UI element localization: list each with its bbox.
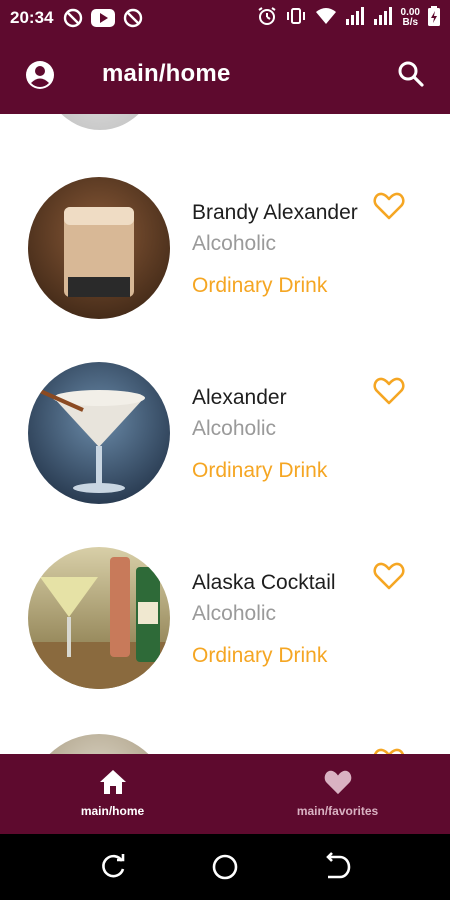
youtube-icon [91, 9, 116, 27]
net-speed-unit: B/s [402, 17, 419, 28]
signal-icon [345, 6, 365, 30]
drink-type: Ordinary Drink [192, 459, 328, 482]
signal-icon-2 [373, 6, 393, 30]
drink-name: Alexander [192, 386, 287, 409]
drink-name: Brandy Alexander [192, 201, 358, 224]
account-circle-icon[interactable] [25, 60, 55, 90]
drink-thumbnail[interactable] [28, 362, 170, 504]
page-title: main/home [102, 60, 231, 87]
list-item[interactable]: Brandy Alexander Alcoholic Ordinary Drin… [0, 177, 450, 327]
do-not-disturb-icon [63, 8, 83, 28]
drink-thumbnail[interactable] [28, 547, 170, 689]
recent-apps-icon[interactable] [98, 852, 128, 882]
wifi-icon [315, 7, 337, 30]
home-icon [98, 768, 128, 796]
favorite-heart-icon[interactable] [373, 561, 405, 591]
search-icon[interactable] [397, 60, 425, 88]
drink-category: Alcoholic [192, 417, 277, 440]
bottom-navigation: main/home main/favorites [0, 754, 450, 834]
drink-thumbnail[interactable] [28, 177, 170, 319]
home-button-icon[interactable] [210, 852, 240, 882]
drink-category: Alcoholic [192, 602, 277, 625]
list-item[interactable]: Alaska Cocktail Alcoholic Ordinary Drink [0, 547, 450, 697]
list-item[interactable]: Alexander Alcoholic Ordinary Drink [0, 362, 450, 512]
alarm-icon [257, 6, 277, 31]
drink-thumbnail-partial[interactable] [28, 734, 170, 754]
nav-label-favorites: main/favorites [296, 804, 379, 818]
drink-category: Alcoholic [192, 232, 277, 255]
status-bar: 20:34 0.00 B/s [0, 0, 450, 36]
drink-list[interactable]: Brandy Alexander Alcoholic Ordinary Drin… [0, 114, 450, 754]
drink-type: Ordinary Drink [192, 644, 328, 667]
favorite-heart-icon[interactable] [373, 191, 405, 221]
drink-thumbnail-partial[interactable] [40, 114, 160, 130]
drink-name: Alaska Cocktail [192, 571, 336, 594]
favorite-heart-icon[interactable] [373, 747, 405, 754]
nav-item-home[interactable]: main/home [0, 754, 225, 834]
favorite-heart-icon[interactable] [373, 376, 405, 406]
net-speed: 0.00 B/s [401, 8, 420, 28]
back-icon[interactable] [322, 852, 352, 882]
battery-icon [428, 5, 440, 31]
nav-label-home: main/home [80, 804, 145, 818]
drink-type: Ordinary Drink [192, 274, 328, 297]
vibrate-icon [285, 6, 307, 31]
status-time: 20:34 [10, 8, 54, 27]
system-navigation-bar [0, 834, 450, 900]
app-bar: main/home [0, 36, 450, 114]
nav-item-favorites[interactable]: main/favorites [225, 754, 450, 834]
heart-icon [323, 768, 353, 796]
blocked-icon [123, 8, 143, 28]
